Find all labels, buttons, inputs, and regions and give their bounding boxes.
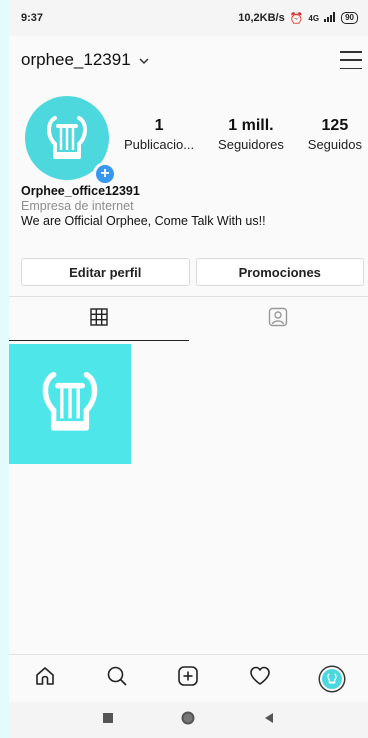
stat-label: Seguidos xyxy=(307,137,362,152)
status-time: 9:37 xyxy=(21,12,44,24)
tab-tagged[interactable] xyxy=(189,297,368,341)
stat-label: Seguidores xyxy=(218,137,284,152)
home-button-icon[interactable] xyxy=(180,710,196,731)
nav-search[interactable] xyxy=(97,659,137,699)
tab-grid[interactable] xyxy=(9,297,189,341)
status-bar: 9:37 10,2KB/s ⏰ 4G 90 xyxy=(9,0,368,36)
heart-icon xyxy=(249,665,271,692)
signal-label: 4G xyxy=(308,13,320,23)
profile-header: orphee_12391 xyxy=(9,36,368,84)
promotions-button[interactable]: Promociones xyxy=(195,258,364,286)
stat-label: Publicacio... xyxy=(124,137,195,152)
stat-value: 1 xyxy=(154,117,164,134)
add-post-icon xyxy=(177,665,199,692)
hamburger-menu-icon[interactable] xyxy=(340,51,362,69)
search-icon xyxy=(106,665,128,692)
bottom-navigation xyxy=(9,654,368,702)
stat-value: 1 mill. xyxy=(228,117,274,134)
edit-profile-button[interactable]: Editar perfil xyxy=(21,258,190,286)
post-thumbnail[interactable] xyxy=(9,344,131,464)
left-margin xyxy=(0,0,9,738)
grid-icon xyxy=(90,307,108,331)
back-icon[interactable] xyxy=(263,711,275,729)
stat-posts[interactable]: 1 Publicacio... xyxy=(124,116,194,154)
stat-following[interactable]: 125 Seguidos xyxy=(308,116,362,154)
signal-icon xyxy=(324,11,336,25)
tagged-icon xyxy=(268,307,288,332)
bio-text: We are Official Orphee, Come Talk With u… xyxy=(21,214,266,228)
profile-category: Empresa de internet xyxy=(21,199,134,213)
nav-activity[interactable] xyxy=(240,659,280,699)
profile-bio: Orphee_office12391 Empresa de internet W… xyxy=(21,184,361,229)
system-navigation xyxy=(9,702,368,738)
account-switcher[interactable]: orphee_12391 xyxy=(21,50,149,70)
profile-avatar-icon xyxy=(320,666,345,691)
profile-tabs xyxy=(9,297,368,341)
profile-stats: 1 Publicacio... 1 mill. Seguidores 125 S… xyxy=(124,116,362,154)
header-username: orphee_12391 xyxy=(21,50,131,69)
lyre-logo-icon xyxy=(40,369,100,440)
profile-actions: Editar perfil Promociones xyxy=(21,258,364,286)
stat-value: 125 xyxy=(321,117,349,134)
profile-name: Orphee_office12391 xyxy=(21,184,140,198)
alarm-icon: ⏰ xyxy=(289,12,304,25)
status-indicators: 10,2KB/s ⏰ 4G 90 xyxy=(238,11,358,25)
battery-icon: 90 xyxy=(341,12,358,24)
stat-followers[interactable]: 1 mill. Seguidores xyxy=(218,116,284,154)
profile-avatar[interactable]: + xyxy=(25,96,117,186)
chevron-down-icon xyxy=(139,50,149,70)
recent-apps-icon[interactable] xyxy=(102,711,114,729)
network-speed: 10,2KB/s xyxy=(238,12,285,24)
add-story-icon[interactable]: + xyxy=(93,162,117,186)
nav-add-post[interactable] xyxy=(168,659,208,699)
nav-profile[interactable] xyxy=(312,659,352,699)
home-icon xyxy=(34,665,56,692)
nav-home[interactable] xyxy=(25,659,65,699)
phone-screen: 9:37 10,2KB/s ⏰ 4G 90 orphee_12391 + 1 P… xyxy=(9,0,368,738)
